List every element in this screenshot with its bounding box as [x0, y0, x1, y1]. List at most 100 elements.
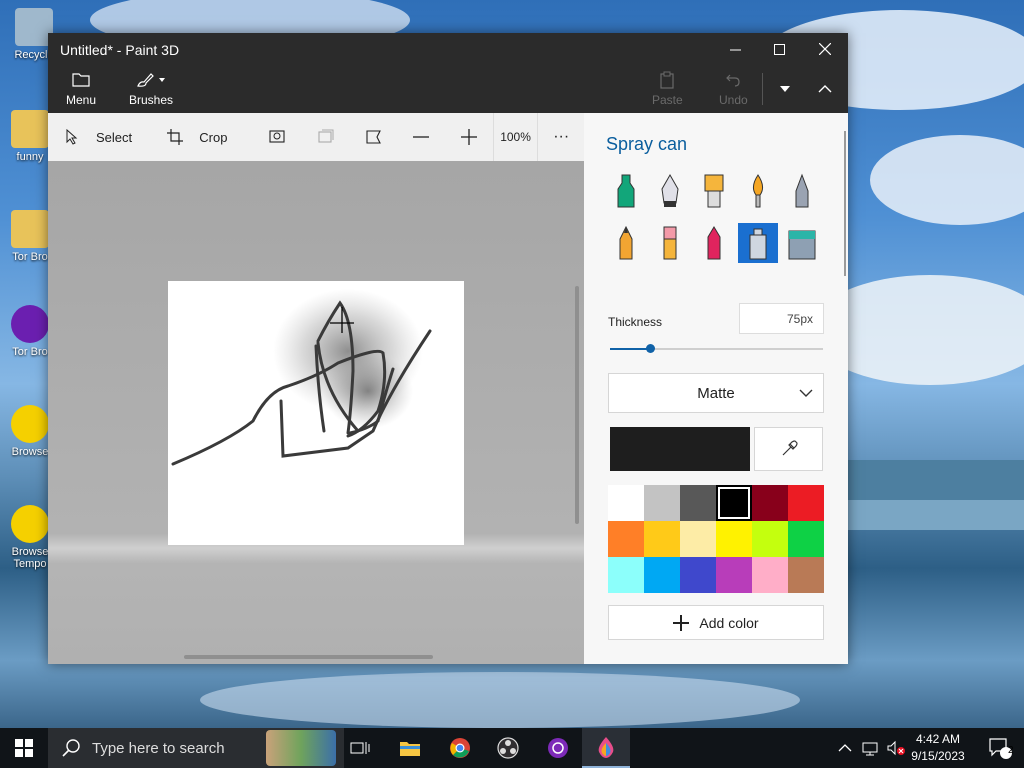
current-color[interactable]	[610, 427, 750, 471]
horizontal-scrollbar[interactable]	[184, 655, 433, 659]
paint3d-taskbar-button[interactable]	[582, 728, 630, 768]
panel-title: Spray can	[606, 134, 688, 154]
thickness-slider[interactable]	[610, 344, 823, 353]
clock[interactable]: 4:42 AM 9/15/2023	[906, 731, 970, 765]
menu-button[interactable]: Menu	[66, 71, 96, 107]
folder-icon	[11, 210, 49, 248]
color-swatch[interactable]	[716, 521, 752, 557]
file-explorer-button[interactable]	[386, 728, 434, 768]
menu-label: Menu	[66, 93, 97, 107]
color-swatch[interactable]	[680, 521, 716, 557]
undo-button[interactable]: Undo	[719, 71, 748, 107]
notification-count: 2	[1008, 745, 1014, 756]
color-swatch[interactable]	[752, 485, 788, 521]
color-swatch[interactable]	[644, 485, 680, 521]
color-swatch[interactable]	[788, 521, 824, 557]
color-swatch[interactable]	[680, 557, 716, 593]
system-tray	[838, 728, 906, 768]
start-button[interactable]	[0, 728, 48, 768]
color-swatch[interactable]	[752, 521, 788, 557]
pencil-brush[interactable]	[606, 223, 646, 263]
history-dropdown-button[interactable]	[762, 73, 806, 105]
flag-tool[interactable]	[350, 113, 398, 161]
chrome-button[interactable]	[436, 728, 484, 768]
mascot-icon	[11, 405, 49, 443]
collapse-ribbon-button[interactable]	[802, 73, 848, 105]
desktop-icon-label: Browse Tempo	[11, 546, 49, 570]
taskbar: Type here to search 4:42 AM 9/15/2023 2	[0, 728, 1024, 768]
more-options-button[interactable]: ···	[538, 113, 584, 161]
color-swatch[interactable]	[608, 485, 644, 521]
magic-select-tool[interactable]	[255, 113, 303, 161]
eraser-brush[interactable]	[650, 223, 690, 263]
color-swatch[interactable]	[644, 557, 680, 593]
close-button[interactable]	[802, 33, 848, 65]
calligraphy-pen-brush[interactable]	[650, 171, 690, 211]
tor-browser-icon	[11, 305, 49, 343]
finish-dropdown[interactable]: Matte	[608, 373, 824, 413]
network-icon[interactable]	[862, 740, 880, 756]
slider-thumb[interactable]	[646, 344, 656, 353]
tor-browser-taskbar-button[interactable]	[534, 728, 582, 768]
color-swatch[interactable]	[716, 485, 752, 521]
plus-icon	[673, 614, 690, 631]
color-swatch[interactable]	[608, 557, 644, 593]
drawing-canvas[interactable]	[168, 281, 464, 545]
select-tool[interactable]: Select	[65, 113, 154, 161]
search-box[interactable]: Type here to search	[48, 728, 344, 768]
oil-brush[interactable]	[694, 171, 734, 211]
color-swatch[interactable]	[716, 557, 752, 593]
thickness-input[interactable]: 75px	[739, 303, 824, 334]
task-view-button[interactable]	[336, 728, 384, 768]
zoom-out-button[interactable]	[397, 113, 445, 161]
brushes-panel: Spray can Thickness 75px Matte Add color	[584, 113, 848, 664]
plus-icon	[460, 129, 477, 145]
desktop-icon-label: Tor Bro	[12, 346, 48, 358]
drawing-strokes	[171, 289, 432, 466]
chevron-up-icon[interactable]	[838, 743, 852, 753]
zoom-level[interactable]: 100%	[492, 113, 539, 161]
thickness-label: Thickness	[608, 315, 663, 329]
action-center-button[interactable]: 2	[976, 728, 1024, 768]
clock-time: 4:42 AM	[915, 732, 961, 746]
crayon-brush[interactable]	[694, 223, 734, 263]
brush-grid	[606, 171, 826, 263]
brush-icon	[137, 73, 166, 87]
3d-view-tool[interactable]	[302, 113, 350, 161]
title-bar: Untitled* - Paint 3D Menu Brushes Paste …	[48, 33, 848, 113]
windows-icon	[15, 739, 33, 757]
color-swatch[interactable]	[752, 557, 788, 593]
color-swatch[interactable]	[608, 521, 644, 557]
color-swatch[interactable]	[680, 485, 716, 521]
maximize-button[interactable]	[756, 33, 802, 65]
tor-browser-icon	[548, 738, 568, 758]
brushes-button[interactable]: Brushes	[129, 71, 173, 107]
paste-button[interactable]: Paste	[652, 71, 683, 107]
minimize-button[interactable]	[712, 33, 758, 65]
window-title: Untitled* - Paint 3D	[60, 42, 180, 58]
crop-label: Crop	[199, 129, 228, 145]
paint3d-window: Untitled* - Paint 3D Menu Brushes Paste …	[48, 33, 848, 664]
color-swatch[interactable]	[788, 557, 824, 593]
volume-muted-icon[interactable]	[886, 740, 906, 756]
pixel-pen-icon	[795, 173, 809, 208]
fill-brush[interactable]	[782, 223, 822, 263]
pixel-pen-brush[interactable]	[782, 171, 822, 211]
color-swatch[interactable]	[788, 485, 824, 521]
color-swatch[interactable]	[644, 521, 680, 557]
vertical-scrollbar[interactable]	[575, 286, 579, 524]
folder-icon	[11, 110, 49, 148]
marker-brush[interactable]	[606, 171, 646, 211]
zoom-in-button[interactable]	[445, 113, 493, 161]
panel-scrollbar[interactable]	[844, 131, 846, 276]
add-color-button[interactable]: Add color	[608, 605, 824, 640]
watercolor-brush[interactable]	[738, 171, 778, 211]
crop-tool[interactable]: Crop	[167, 113, 254, 161]
canvas-workspace[interactable]	[48, 161, 584, 664]
clock-date: 9/15/2023	[911, 749, 965, 763]
eyedropper-button[interactable]	[754, 427, 823, 471]
obs-button[interactable]	[484, 728, 532, 768]
select-label: Select	[96, 129, 133, 145]
spray-can-brush[interactable]	[738, 223, 778, 263]
close-icon	[819, 43, 831, 55]
